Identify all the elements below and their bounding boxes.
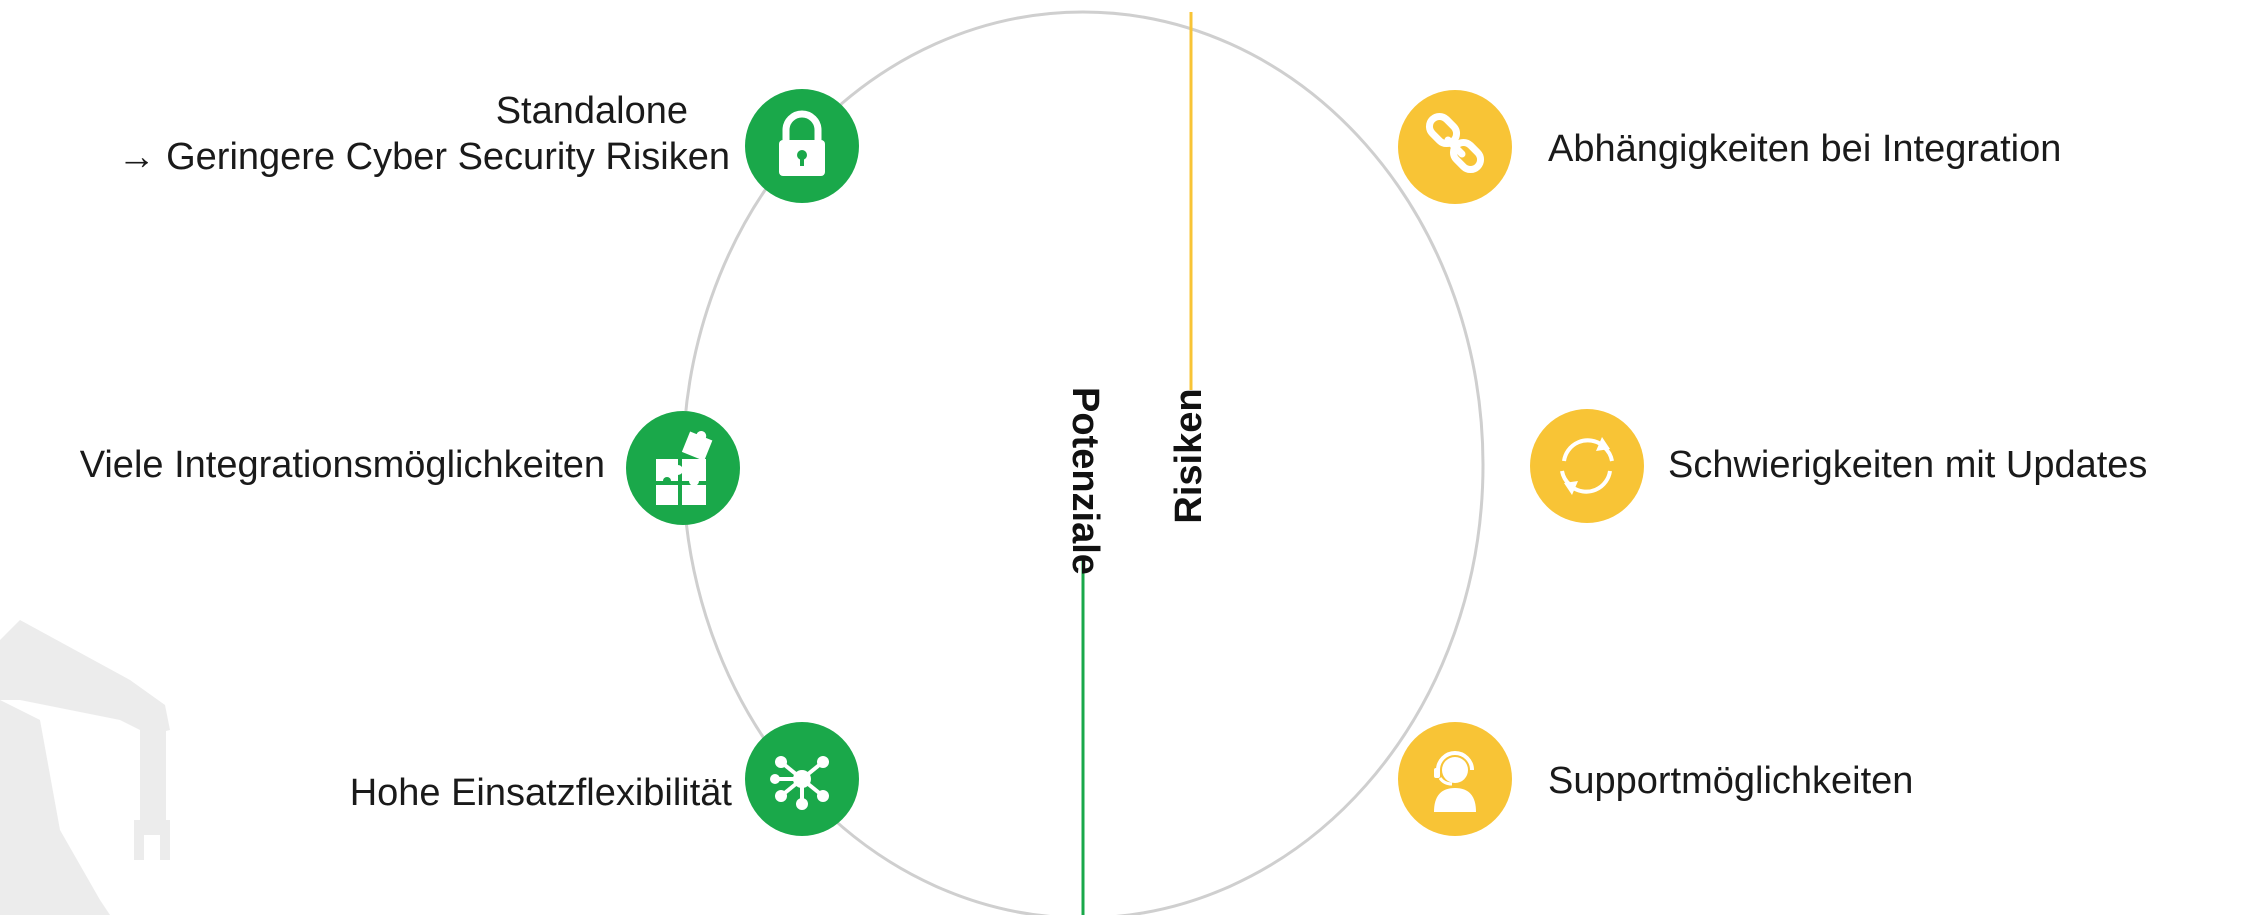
refresh-icon (1560, 437, 1614, 495)
potenziale-item-integration: Viele Integrationsmöglichkeiten (0, 442, 605, 488)
puzzle-icon (656, 431, 713, 505)
risiken-axis-label: Risiken (1168, 388, 1210, 524)
risiken-support-badge (1398, 722, 1512, 836)
risiken-refresh-badge (1530, 409, 1644, 523)
potenziale-item-flexibility: Hohe Einsatzflexibilität (200, 770, 732, 816)
potenziale-network-badge (745, 722, 859, 836)
potenziale-item-standalone: Standalone → Geringere Cyber Security Ri… (30, 88, 730, 180)
potenziale-puzzle-badge (626, 411, 740, 525)
risiken-item-2-line1: Schwierigkeiten mit Updates (1668, 444, 2148, 486)
potenziale-item-1-line2: → Geringere Cyber Security Risiken (117, 136, 730, 178)
lock-icon (779, 110, 825, 176)
robot-arm-watermark (0, 620, 170, 915)
risiken-chain-badge (1398, 90, 1512, 204)
risiken-item-updates: Schwierigkeiten mit Updates (1668, 442, 2228, 488)
risiken-item-dependencies: Abhängigkeiten bei Integration (1548, 126, 2188, 172)
potenziale-item-2-line1: Viele Integrationsmöglichkeiten (79, 444, 605, 486)
chain-link-icon (1425, 112, 1485, 174)
potenziale-item-3-line1: Hohe Einsatzflexibilität (349, 772, 732, 814)
support-agent-icon (1434, 751, 1476, 812)
potenziale-lock-badge (745, 89, 859, 203)
network-hub-icon (770, 756, 829, 810)
potenziale-item-1-line1: Standalone (495, 90, 688, 132)
potenziale-axis-label: Potenziale (1064, 387, 1106, 575)
risiken-item-1-line1: Abhängigkeiten bei Integration (1548, 128, 2062, 170)
risiken-item-support: Supportmöglichkeiten (1548, 758, 2048, 804)
risiken-item-3-line1: Supportmöglichkeiten (1548, 760, 1914, 802)
